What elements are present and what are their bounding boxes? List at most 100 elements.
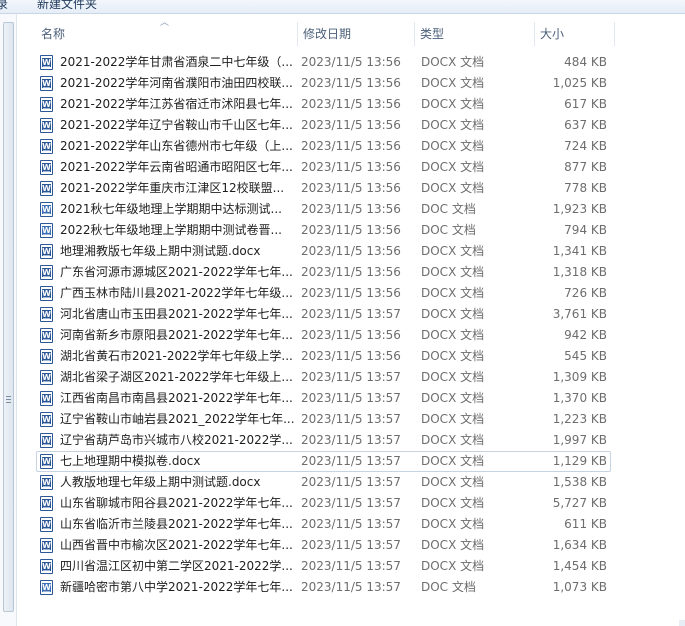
file-name: 2021秋七年级地理上学期期中达标测试... — [60, 202, 282, 216]
file-size: 778 KB — [564, 181, 607, 195]
file-type: DOC 文档 — [421, 223, 476, 237]
word-docx-icon: W — [40, 349, 53, 364]
file-name: 江西省南昌市南昌县2021-2022学年七年... — [60, 391, 293, 405]
word-doc-icon: W — [40, 580, 53, 595]
file-row[interactable]: W 四川省温江区初中第二学区2021-2022学... 2023/11/5 13:5… — [17, 556, 685, 577]
word-doc-icon: W — [40, 202, 53, 217]
file-size: 1,025 KB — [552, 76, 607, 90]
file-type: DOCX 文档 — [421, 349, 485, 363]
file-size: 1,341 KB — [552, 244, 607, 258]
file-row[interactable]: W 湖北省黄石市2021-2022学年七年级上学... 2023/11/5 13:5… — [17, 346, 685, 367]
file-row[interactable]: W 山东省聊城市阳谷县2021-2022学年七年... 2023/11/5 13:5… — [17, 493, 685, 514]
file-row[interactable]: W 人教版地理七年级上期中测试题.docx 2023/11/5 13:57 DOCX … — [17, 472, 685, 493]
file-type: DOC 文档 — [421, 202, 476, 216]
file-name: 2021-2022学年辽宁省鞍山市千山区七年... — [60, 118, 293, 132]
column-divider[interactable] — [614, 22, 615, 46]
word-document-icon: W — [40, 433, 53, 448]
word-document-icon: W — [40, 97, 53, 112]
file-modified-date: 2023/11/5 13:57 — [301, 517, 401, 531]
file-row[interactable]: W 2021-2022学年河南省濮阳市油田四校联... 2023/11/5 13:5… — [17, 73, 685, 94]
file-row[interactable]: W 2021秋七年级地理上学期期中达标测试... 2023/11/5 13:56 DO… — [17, 199, 685, 220]
file-type: DOCX 文档 — [421, 286, 485, 300]
toolbar-cut-button[interactable]: 录 — [0, 0, 8, 12]
file-name: 2021-2022学年河南省濮阳市油田四校联... — [60, 76, 293, 90]
file-size: 1,923 KB — [552, 202, 607, 216]
file-modified-date: 2023/11/5 13:56 — [301, 97, 401, 111]
file-name: 2021-2022学年山东省德州市七年级（上... — [60, 139, 293, 153]
file-type: DOCX 文档 — [421, 391, 485, 405]
file-row[interactable]: W 山西省晋中市榆次区2021-2022学年七年... 2023/11/5 13:5… — [17, 535, 685, 556]
file-row[interactable]: W 2021-2022学年重庆市江津区12校联盟... 2023/11/5 13:5… — [17, 178, 685, 199]
file-type: DOCX 文档 — [421, 307, 485, 321]
file-modified-date: 2023/11/5 13:56 — [301, 139, 401, 153]
file-row[interactable]: W 广西玉林市陆川县2021-2022学年七年级... 2023/11/5 13:5… — [17, 283, 685, 304]
file-size: 794 KB — [564, 223, 607, 237]
file-row[interactable]: W 地理湘教版七年级上期中测试题.docx 2023/11/5 13:56 DOCX … — [17, 241, 685, 262]
file-row[interactable]: W 2021-2022学年云南省昭通市昭阳区七年... 2023/11/5 13:5… — [17, 157, 685, 178]
file-modified-date: 2023/11/5 13:56 — [301, 160, 401, 174]
column-header-date[interactable]: 修改日期 — [297, 24, 412, 44]
file-name: 地理湘教版七年级上期中测试题.docx — [60, 244, 261, 258]
word-document-icon: W — [40, 370, 53, 385]
word-document-icon: W — [40, 160, 53, 175]
file-size: 1,997 KB — [552, 433, 607, 447]
word-document-icon: W — [40, 559, 53, 574]
word-document-icon: W — [40, 328, 53, 343]
file-name: 广西玉林市陆川县2021-2022学年七年级... — [60, 286, 293, 300]
file-type: DOCX 文档 — [421, 454, 485, 468]
file-row[interactable]: W 新疆哈密市第八中学2021-2022学年七年... 2023/11/5 13:5… — [17, 577, 685, 598]
file-row[interactable]: W 2021-2022学年甘肃省酒泉二中七年级（... 2023/11/5 13:5… — [17, 52, 685, 73]
file-row[interactable]: W 2021-2022学年辽宁省鞍山市千山区七年... 2023/11/5 13:5… — [17, 115, 685, 136]
file-modified-date: 2023/11/5 13:57 — [301, 412, 401, 426]
file-size: 1,370 KB — [552, 391, 607, 405]
word-docx-icon: W — [40, 328, 53, 343]
word-doc-icon: W — [40, 223, 53, 238]
file-name: 湖北省梁子湖区2021-2022学年七年级上... — [60, 370, 293, 384]
file-size: 942 KB — [564, 328, 607, 342]
word-docx-icon: W — [40, 475, 53, 490]
word-document-icon: W — [40, 517, 53, 532]
file-size: 484 KB — [564, 55, 607, 69]
file-type: DOCX 文档 — [421, 97, 485, 111]
file-size: 726 KB — [564, 286, 607, 300]
word-docx-icon: W — [40, 496, 53, 511]
file-row[interactable]: W 山东省临沂市兰陵县2021-2022学年七年... 2023/11/5 13:5… — [17, 514, 685, 535]
word-docx-icon: W — [40, 76, 53, 91]
column-header-type[interactable]: 类型 — [414, 24, 532, 44]
file-row[interactable]: W 广东省河源市源城区2021-2022学年七年... 2023/11/5 13:5… — [17, 262, 685, 283]
file-size: 611 KB — [564, 517, 607, 531]
file-type: DOCX 文档 — [421, 475, 485, 489]
word-document-icon: W — [40, 202, 53, 217]
resize-corner[interactable] — [679, 620, 685, 626]
file-size: 724 KB — [564, 139, 607, 153]
file-name: 七上地理期中模拟卷.docx — [60, 454, 201, 468]
word-docx-icon: W — [40, 55, 53, 70]
file-type: DOCX 文档 — [421, 538, 485, 552]
file-row[interactable]: W 辽宁省鞍山市岫岩县2021_2022学年七年... 2023/11/5 13:5… — [17, 409, 685, 430]
file-name: 人教版地理七年级上期中测试题.docx — [60, 475, 261, 489]
file-name: 辽宁省葫芦岛市兴城市八校2021-2022学... — [60, 433, 293, 447]
file-size: 1,454 KB — [552, 559, 607, 573]
file-type: DOCX 文档 — [421, 433, 485, 447]
file-size: 1,538 KB — [552, 475, 607, 489]
file-row[interactable]: W 2022秋七年级地理上学期期中测试卷晋... 2023/11/5 13:56 DO… — [17, 220, 685, 241]
file-row[interactable]: W 河北省唐山市玉田县2021-2022学年七年... 2023/11/5 13:5… — [17, 304, 685, 325]
file-row[interactable]: W 湖北省梁子湖区2021-2022学年七年级上... 2023/11/5 13:5… — [17, 367, 685, 388]
file-row[interactable]: W 辽宁省葫芦岛市兴城市八校2021-2022学... 2023/11/5 13:5… — [17, 430, 685, 451]
file-row[interactable]: W 2021-2022学年江苏省宿迁市沭阳县七年... 2023/11/5 13:5… — [17, 94, 685, 115]
file-modified-date: 2023/11/5 13:57 — [301, 580, 401, 594]
file-type: DOCX 文档 — [421, 559, 485, 573]
column-header-name[interactable]: 名称 — [35, 24, 295, 44]
file-row[interactable]: W 江西省南昌市南昌县2021-2022学年七年... 2023/11/5 13:5… — [17, 388, 685, 409]
file-row[interactable]: W 2021-2022学年山东省德州市七年级（上... 2023/11/5 13:5… — [17, 136, 685, 157]
word-docx-icon: W — [40, 160, 53, 175]
file-name: 山东省聊城市阳谷县2021-2022学年七年... — [60, 496, 293, 510]
file-modified-date: 2023/11/5 13:56 — [301, 349, 401, 363]
file-row[interactable]: W 河南省新乡市原阳县2021-2022学年七年... 2023/11/5 13:5… — [17, 325, 685, 346]
new-folder-button[interactable]: 新建文件夹 — [37, 0, 97, 12]
file-modified-date: 2023/11/5 13:56 — [301, 181, 401, 195]
word-docx-icon: W — [40, 391, 53, 406]
nav-scrollbar-thumb[interactable] — [3, 22, 14, 612]
file-row[interactable]: W 七上地理期中模拟卷.docx 2023/11/5 13:57 DOCX 文档 1,1… — [17, 451, 685, 472]
column-header-size[interactable]: 大小 — [534, 24, 614, 44]
